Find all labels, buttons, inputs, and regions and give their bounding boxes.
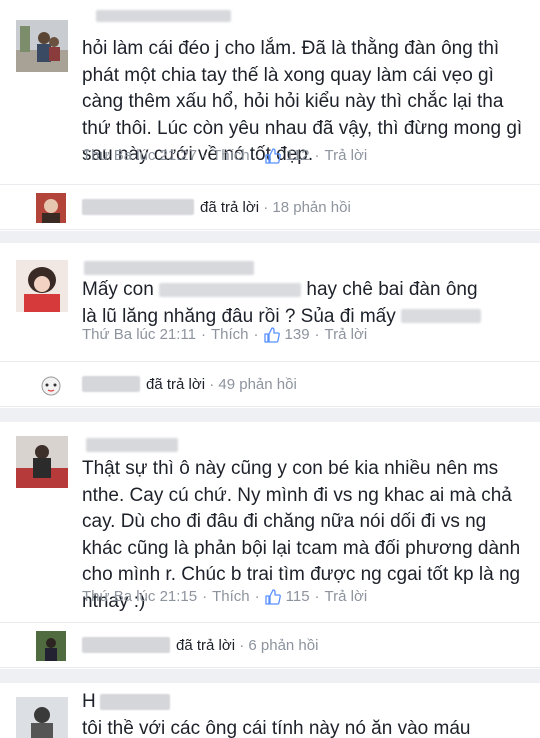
comment-text: Mấy con hay chê bai đàn ông là lũ lăng n… bbox=[82, 277, 527, 330]
divider bbox=[0, 231, 540, 243]
reply-button[interactable]: Trả lời bbox=[325, 147, 368, 164]
comment-meta: Thứ Ba lúc 21:11 · Thích · 139 · Trả lời bbox=[82, 326, 367, 343]
replied-label: đã trả lời bbox=[176, 637, 236, 654]
reply-avatar bbox=[36, 631, 66, 661]
commenter-name-redacted[interactable] bbox=[99, 694, 170, 710]
like-button[interactable]: Thích bbox=[211, 326, 249, 343]
separator: · bbox=[209, 376, 219, 393]
commenter-name-redacted[interactable] bbox=[86, 438, 178, 452]
replier-name-redacted[interactable] bbox=[82, 637, 170, 653]
comment-1: hỏi làm cái đéo j cho lắm. Đã là thằng đ… bbox=[0, 0, 540, 182]
reply-avatar bbox=[36, 370, 66, 400]
comment-3: Thật sự thì ô này cũng y con bé kia nhiề… bbox=[0, 422, 540, 622]
comment-4: H tôi thề với các ông cái tính này nó ăn… bbox=[0, 683, 540, 738]
reply-button[interactable]: Trả lời bbox=[325, 326, 368, 343]
avatar[interactable] bbox=[16, 260, 68, 312]
like-button[interactable]: Thích bbox=[212, 147, 250, 164]
replier-name-redacted[interactable] bbox=[82, 199, 194, 215]
separator: · bbox=[263, 199, 273, 216]
separator: · bbox=[254, 588, 260, 605]
separator: · bbox=[314, 147, 320, 164]
comment-timestamp[interactable]: Thứ Ba lúc 21:27 bbox=[82, 147, 197, 164]
comment-timestamp[interactable]: Thứ Ba lúc 21:15 bbox=[82, 588, 197, 605]
replies-summary[interactable]: đã trả lời · 18 phản hồi bbox=[0, 184, 540, 230]
separator: · bbox=[314, 588, 320, 605]
thumbs-up-icon[interactable] bbox=[264, 588, 281, 605]
separator: · bbox=[254, 147, 260, 164]
separator: · bbox=[201, 326, 206, 343]
replies-count[interactable]: 18 phản hồi bbox=[272, 199, 350, 216]
separator: · bbox=[253, 326, 259, 343]
comment-meta: Thứ Ba lúc 21:27 · Thích · 112 · Trả lời bbox=[82, 147, 367, 164]
divider bbox=[0, 408, 540, 422]
replied-label: đã trả lời bbox=[200, 199, 260, 216]
avatar[interactable] bbox=[16, 436, 68, 488]
commenter-name-redacted[interactable] bbox=[96, 10, 231, 22]
reply-avatar bbox=[36, 193, 66, 223]
divider bbox=[0, 669, 540, 683]
commenter-name-redacted[interactable] bbox=[84, 261, 254, 275]
redacted-text bbox=[401, 309, 481, 324]
avatar[interactable] bbox=[16, 20, 68, 72]
replies-count[interactable]: 49 phản hồi bbox=[218, 376, 296, 393]
thumbs-up-icon[interactable] bbox=[263, 326, 280, 343]
redacted-text bbox=[159, 282, 302, 297]
replies-summary[interactable]: đã trả lời · 49 phản hồi bbox=[0, 361, 540, 407]
comment-2: Mấy con hay chê bai đàn ông là lũ lăng n… bbox=[0, 243, 540, 363]
separator: · bbox=[314, 326, 320, 343]
like-button[interactable]: Thích bbox=[212, 588, 250, 605]
replies-count[interactable]: 6 phản hồi bbox=[248, 637, 318, 654]
thumbs-up-icon[interactable] bbox=[264, 147, 281, 164]
replier-name-redacted[interactable] bbox=[82, 376, 140, 392]
replied-label: đã trả lời bbox=[146, 376, 206, 393]
separator: · bbox=[202, 588, 208, 605]
separator: · bbox=[239, 637, 249, 654]
commenter-name-initial[interactable]: H bbox=[82, 691, 96, 713]
like-count[interactable]: 139 bbox=[285, 326, 310, 343]
reply-button[interactable]: Trả lời bbox=[325, 588, 368, 605]
like-count[interactable]: 115 bbox=[286, 588, 310, 605]
separator: · bbox=[202, 147, 208, 164]
avatar[interactable] bbox=[16, 697, 68, 738]
like-count[interactable]: 112 bbox=[286, 147, 310, 164]
comment-meta: Thứ Ba lúc 21:15 · Thích · 115 · Trả lời bbox=[82, 588, 367, 605]
replies-summary[interactable]: đã trả lời · 6 phản hồi bbox=[0, 622, 540, 668]
comment-text: tôi thề với các ông cái tính này nó ăn v… bbox=[82, 718, 471, 738]
comment-timestamp[interactable]: Thứ Ba lúc 21:11 bbox=[82, 326, 196, 343]
